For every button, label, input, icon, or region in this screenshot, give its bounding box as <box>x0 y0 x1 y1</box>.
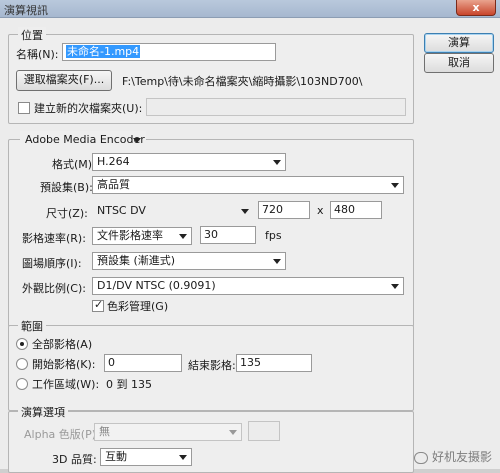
end-frame-label: 結束影格: <box>188 359 236 372</box>
quality-label: 3D 品質: <box>52 453 97 466</box>
name-input[interactable]: 未命名-1.mp4 <box>62 43 276 61</box>
render-options-legend: 演算選項 <box>18 404 68 420</box>
chevron-down-icon <box>229 430 237 435</box>
chevron-down-icon <box>273 160 281 165</box>
chevron-down-icon <box>179 455 187 460</box>
create-subfolder-checkbox[interactable] <box>18 102 30 114</box>
encoder-selector[interactable]: Adobe Media Encoder <box>20 131 146 149</box>
fps-input[interactable]: 30 <box>200 226 256 244</box>
watermark-text: 好机友摄影 <box>431 450 492 464</box>
framerate-value: 文件影格速率 <box>97 229 163 242</box>
start-frame-radio[interactable] <box>16 358 28 370</box>
aspect-value: D1/DV NTSC (0.9091) <box>97 279 216 292</box>
work-area-value: 0 到 135 <box>106 378 152 391</box>
all-frames-radio[interactable] <box>16 338 28 350</box>
wechat-icon <box>413 451 428 464</box>
window-title: 演算視訊 <box>4 4 48 17</box>
chevron-down-icon <box>273 259 281 264</box>
format-select[interactable]: H.264 <box>92 153 286 171</box>
watermark: 好机友摄影 <box>413 448 492 465</box>
field-order-label: 圖場順序(I): <box>22 257 82 270</box>
chevron-down-icon <box>391 183 399 188</box>
window-titlebar: 演算視訊 x <box>0 0 500 18</box>
quality-select[interactable]: 互動 <box>100 448 192 466</box>
format-label: 格式(M): <box>52 158 96 171</box>
encoder-selector-value: Adobe Media Encoder <box>25 133 145 146</box>
chevron-down-icon <box>133 138 141 143</box>
work-area-radio[interactable] <box>16 378 28 390</box>
preset-select[interactable]: 高品質 <box>92 176 404 194</box>
start-frame-input[interactable]: 0 <box>104 354 182 372</box>
color-management-label: 色彩管理(G) <box>107 300 169 313</box>
close-button[interactable]: x <box>456 0 496 16</box>
chevron-down-icon <box>179 234 187 239</box>
size-label: 尺寸(Z): <box>46 207 88 220</box>
quality-value: 互動 <box>105 450 127 463</box>
fps-unit: fps <box>265 229 282 242</box>
name-value: 未命名-1.mp4 <box>66 45 141 58</box>
cancel-button[interactable]: 取消 <box>424 53 494 73</box>
render-button[interactable]: 演算 <box>424 33 494 53</box>
size-value: NTSC DV <box>97 204 146 217</box>
folder-path: F:\Temp\待\未命名檔案夾\縮時攝影\103ND700\ <box>122 75 363 88</box>
location-legend: 位置 <box>18 27 46 43</box>
preset-label: 預設集(B): <box>40 181 93 194</box>
work-area-label: 工作區域(W): <box>32 378 100 391</box>
width-input[interactable]: 720 <box>258 201 310 219</box>
start-frame-label: 開始影格(K): <box>32 358 96 371</box>
end-frame-input[interactable]: 135 <box>236 354 312 372</box>
name-label: 名稱(N): <box>16 48 59 61</box>
alpha-select[interactable]: 無 <box>94 423 242 441</box>
framerate-label: 影格速率(R): <box>22 232 86 245</box>
format-value: H.264 <box>97 155 130 168</box>
alpha-swatch <box>248 421 280 441</box>
alpha-value: 無 <box>99 425 110 438</box>
field-order-select[interactable]: 預設集 (漸進式) <box>92 252 286 270</box>
subfolder-input[interactable] <box>146 98 406 116</box>
aspect-select[interactable]: D1/DV NTSC (0.9091) <box>92 277 404 295</box>
size-separator: x <box>317 204 324 217</box>
alpha-label: Alpha 色版(P): <box>24 428 100 441</box>
color-management-checkbox[interactable] <box>92 298 104 312</box>
dialog-body: 演算 取消 位置 名稱(N): 未命名-1.mp4 選取檔案夾(F)... F:… <box>0 18 500 473</box>
preset-value: 高品質 <box>97 178 130 191</box>
size-select[interactable]: NTSC DV <box>92 202 254 220</box>
select-folder-button[interactable]: 選取檔案夾(F)... <box>16 70 112 91</box>
chevron-down-icon <box>241 209 249 214</box>
range-legend: 範圍 <box>18 318 46 334</box>
all-frames-label: 全部影格(A) <box>32 338 93 351</box>
field-order-value: 預設集 (漸進式) <box>97 254 176 267</box>
chevron-down-icon <box>391 284 399 289</box>
aspect-label: 外觀比例(C): <box>22 282 86 295</box>
create-subfolder-label: 建立新的次檔案夾(U): <box>34 102 143 115</box>
framerate-select[interactable]: 文件影格速率 <box>92 227 192 245</box>
height-input[interactable]: 480 <box>330 201 382 219</box>
